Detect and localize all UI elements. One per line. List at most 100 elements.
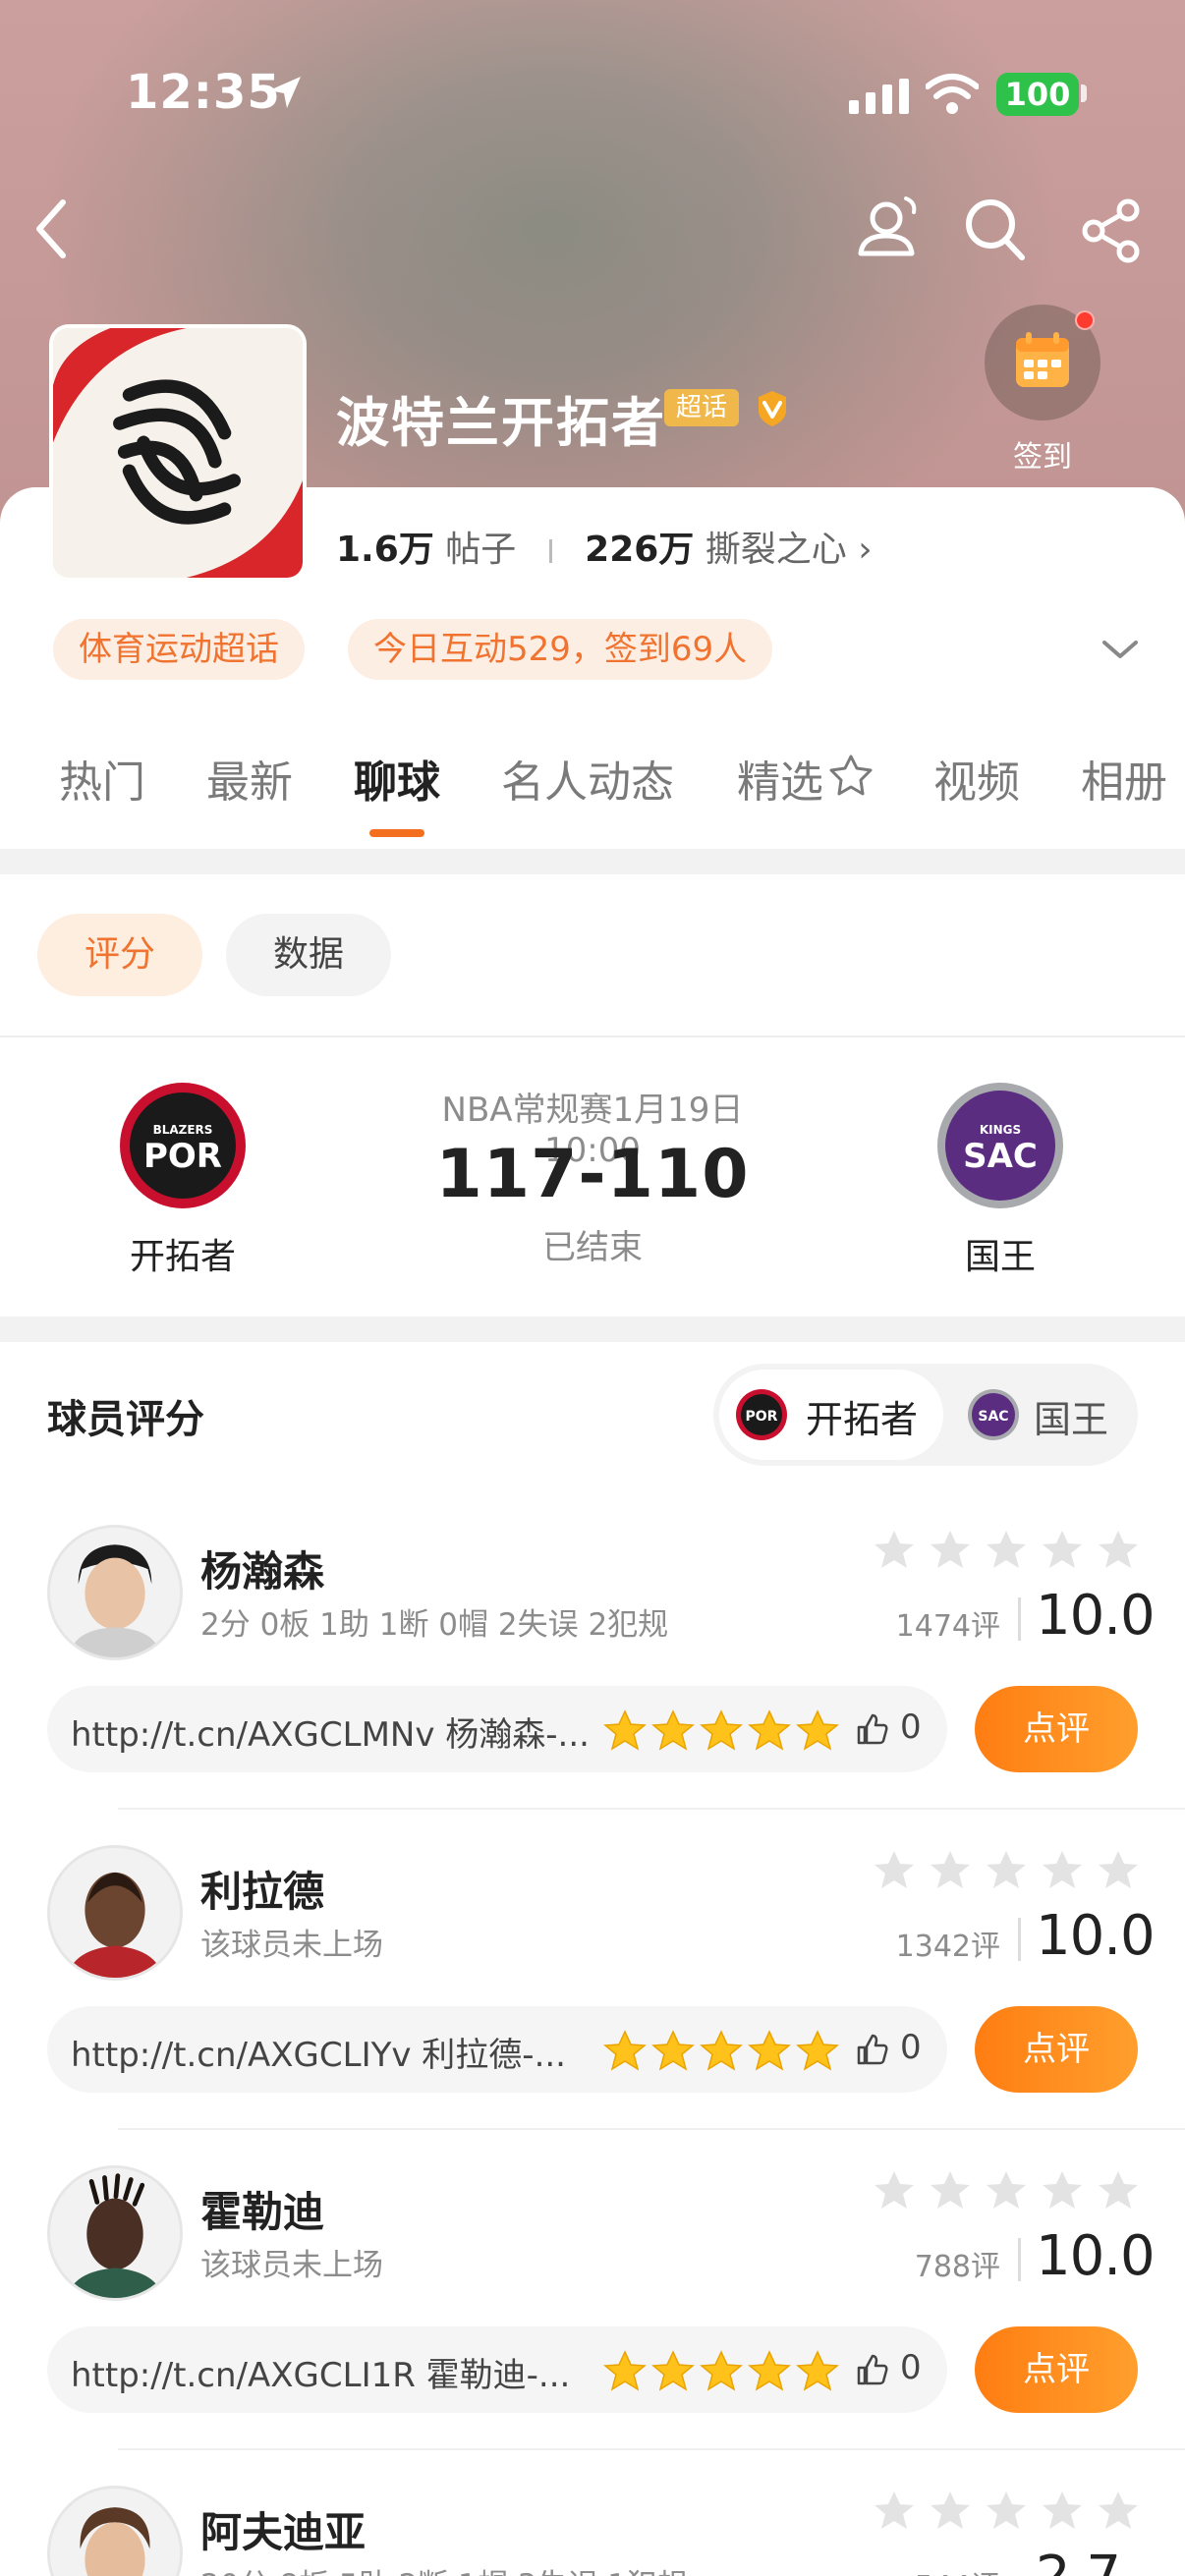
topic-stats: 1.6万 帖子 226万 撕裂之心 ›: [336, 521, 873, 572]
fans-label[interactable]: 撕裂之心: [705, 530, 847, 570]
stats-divider: [548, 539, 552, 563]
fans-count: 226万: [585, 530, 695, 570]
tab-featured[interactable]: 精选: [737, 747, 823, 810]
player-photo-icon: [50, 1528, 180, 1657]
chevron-down-icon[interactable]: [1099, 635, 1142, 664]
battery-indicator: 100: [996, 73, 1079, 116]
top-comment[interactable]: http://t.cn/AXGCLI1R 霍勒迪-... 0: [47, 2326, 947, 2413]
like-count: 0: [900, 2028, 922, 2067]
review-button[interactable]: 点评: [975, 2006, 1138, 2093]
thumbs-up-icon[interactable]: [855, 2352, 890, 2387]
comment-text: http://t.cn/AXGCLMNv 杨瀚森-...: [71, 1715, 590, 1755]
rating-count: 1474评: [895, 1609, 1000, 1644]
notification-dot: [1075, 310, 1095, 330]
tab-album[interactable]: 相册: [1081, 747, 1167, 810]
review-button[interactable]: 点评: [975, 1686, 1138, 1772]
search-icon[interactable]: [963, 196, 1028, 263]
score-divider: [1018, 2238, 1021, 2281]
verified-v-icon: [759, 391, 786, 426]
player-stat-line: 20分 8板 5助 2断 1帽 3失误 1犯规: [200, 2560, 688, 2576]
rating-count: 544评: [865, 2562, 1000, 2576]
row-divider: [118, 2128, 1185, 2130]
home-logo-top-text: BLAZERS: [153, 1123, 213, 1137]
home-team-logo[interactable]: BLAZERS POR: [118, 1081, 248, 1210]
section-separator: [0, 849, 1185, 874]
player-score: 2.7: [1036, 2545, 1121, 2576]
thumbs-up-icon[interactable]: [855, 2032, 890, 2067]
topic-tabs: 热门 最新 聊球 名人动态 精选 视频 相册: [0, 747, 1185, 845]
score-divider: [1018, 1918, 1021, 1961]
comment-stars: [603, 1709, 839, 1751]
rating-count: 788评: [914, 2250, 1000, 2284]
player-name[interactable]: 杨瀚森: [200, 1539, 324, 1598]
app-screen: 12:35 100 签到 波特兰开拓者 超话 1.6万 帖子 226万 撕裂之心…: [0, 0, 1185, 2576]
page-title: 波特兰开拓者: [336, 392, 666, 454]
status-time: 12:35: [126, 65, 281, 120]
player-photo-icon: [50, 1848, 180, 1978]
team-tab-home[interactable]: 开拓者: [806, 1389, 918, 1443]
rating-stars-empty[interactable]: [873, 2490, 1140, 2533]
blazers-mini-logo-text: POR: [746, 1409, 778, 1425]
comment-text: http://t.cn/AXGCLI1R 霍勒迪-...: [71, 2356, 571, 2395]
score-divider: [1018, 1597, 1021, 1641]
team-tab-away[interactable]: 国王: [1034, 1389, 1108, 1443]
team-switch: POR 开拓者 SAC 国王: [713, 1364, 1138, 1466]
player-name[interactable]: 霍勒迪: [200, 2179, 324, 2239]
match-score: 117-110: [435, 1136, 750, 1213]
player-stat-line: 该球员未上场: [200, 1928, 383, 1963]
rating-stars-empty[interactable]: [873, 1529, 1140, 1572]
tab-hot[interactable]: 热门: [59, 747, 145, 810]
group-chat-icon[interactable]: [853, 193, 922, 267]
divider: [0, 1036, 1185, 1037]
super-topic-badge: 超话: [664, 389, 739, 426]
posts-label: 帖子: [445, 530, 517, 570]
like-count: 0: [900, 2348, 922, 2387]
kings-mini-logo-icon: SAC: [968, 1389, 1019, 1440]
away-team-name: 国王: [964, 1237, 1036, 1277]
rating-stars-empty[interactable]: [873, 1849, 1140, 1892]
tab-latest[interactable]: 最新: [206, 747, 293, 810]
blazers-logo-icon: BLAZERS POR: [120, 1083, 246, 1208]
away-logo-top-text: KINGS: [980, 1123, 1021, 1137]
away-team-logo[interactable]: KINGS SAC: [935, 1081, 1065, 1210]
tab-video[interactable]: 视频: [933, 747, 1020, 810]
player-name[interactable]: 阿夫迪亚: [200, 2499, 366, 2559]
active-tab-indicator: [369, 829, 424, 837]
player-score: 10.0: [1036, 1904, 1156, 1968]
blazers-pinwheel-logo-icon: [53, 328, 303, 578]
top-comment[interactable]: http://t.cn/AXGCLMNv 杨瀚森-... 0: [47, 1686, 947, 1772]
player-score: 10.0: [1036, 1584, 1156, 1648]
comment-stars: [603, 2030, 839, 2071]
back-chevron-icon[interactable]: [29, 195, 75, 263]
comment-stars: [603, 2350, 839, 2391]
share-icon[interactable]: [1081, 198, 1142, 263]
blazers-mini-logo-icon: POR: [736, 1389, 787, 1440]
team-avatar[interactable]: [49, 324, 307, 582]
player-rating-title: 球员评分: [47, 1397, 204, 1442]
comment-text: http://t.cn/AXGCLIYv 利拉德-...: [71, 2036, 566, 2075]
top-comment[interactable]: http://t.cn/AXGCLIYv 利拉德-... 0: [47, 2006, 947, 2093]
player-score: 10.0: [1036, 2224, 1156, 2288]
featured-sparkle-icon: [829, 755, 873, 796]
player-name[interactable]: 利拉德: [200, 1859, 324, 1919]
location-arrow-icon: [269, 77, 301, 108]
cellular-signal-icon: [849, 79, 909, 114]
home-team-name: 开拓者: [129, 1237, 236, 1277]
data-segment[interactable]: 数据: [226, 914, 391, 996]
player-avatar[interactable]: [47, 1845, 183, 1981]
kings-mini-logo-text: SAC: [978, 1409, 1008, 1425]
home-logo-main-text: POR: [143, 1137, 222, 1176]
review-button[interactable]: 点评: [975, 2326, 1138, 2413]
player-avatar[interactable]: [47, 1525, 183, 1660]
player-avatar[interactable]: [47, 2165, 183, 2301]
rating-segment[interactable]: 评分: [37, 914, 202, 996]
thumbs-up-icon[interactable]: [855, 1711, 890, 1747]
category-tag[interactable]: 体育运动超话: [53, 619, 305, 680]
activity-tag[interactable]: 今日互动529，签到69人: [348, 619, 773, 680]
section-separator: [0, 1316, 1185, 1342]
fans-chevron-icon[interactable]: ›: [858, 530, 872, 570]
rating-stars-empty[interactable]: [873, 2169, 1140, 2212]
row-divider: [118, 2448, 1185, 2450]
tab-chat-ball[interactable]: 聊球: [354, 747, 440, 810]
tab-celebrity[interactable]: 名人动态: [501, 747, 674, 810]
